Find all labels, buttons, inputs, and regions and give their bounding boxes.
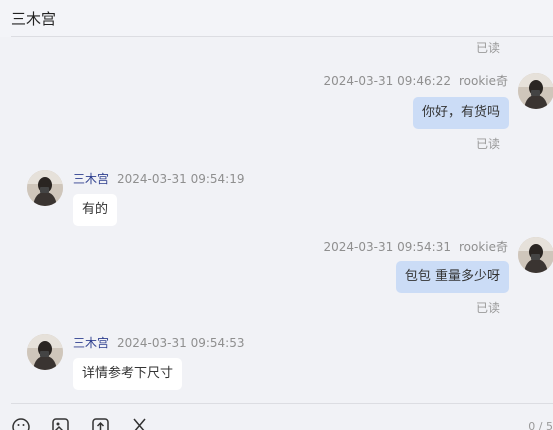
avatar-image (27, 334, 63, 370)
message-time: 2024-03-31 09:54:19 (117, 172, 245, 186)
avatar[interactable] (27, 334, 63, 370)
message-time: 2024-03-31 09:46:22 (323, 74, 451, 88)
message-meta: 三木宫 2024-03-31 09:54:53 (73, 334, 244, 351)
message-bubble[interactable]: 详情参考下尺寸 (73, 358, 183, 390)
message-meta: 2024-03-31 09:54:31 rookie奇 (324, 238, 508, 255)
message-bubble[interactable]: 你好，有货吗 (412, 97, 509, 129)
message-time: 2024-03-31 09:54:31 (323, 240, 451, 254)
message-meta: 2024-03-31 09:46:22 rookie奇 (324, 72, 508, 89)
scissors-icon[interactable] (130, 417, 150, 430)
chat-title: 三木宫 (11, 10, 57, 28)
sender-name: rookie奇 (458, 74, 508, 88)
chat-header: 三木宫 (0, 0, 553, 37)
message-bubble[interactable]: 包包 重量多少呀 (395, 261, 509, 293)
message-time: 2024-03-31 09:54:53 (117, 336, 245, 350)
avatar[interactable] (518, 237, 553, 273)
emoji-icon[interactable] (12, 417, 32, 430)
avatar-image (518, 237, 553, 273)
message-bubble[interactable]: 有的 (73, 194, 118, 226)
upload-icon[interactable] (91, 417, 111, 430)
avatar-image (27, 170, 63, 206)
header-divider (11, 36, 553, 37)
image-icon[interactable] (51, 417, 71, 430)
avatar[interactable] (518, 73, 553, 109)
avatar[interactable] (27, 170, 63, 206)
read-status: 已读 (476, 137, 501, 151)
char-counter: 0 / 5 (528, 420, 553, 430)
read-status: 已读 (476, 301, 501, 315)
sender-name: rookie奇 (458, 240, 508, 254)
avatar-image (518, 73, 553, 109)
sender-name: 三木宫 (73, 172, 110, 186)
read-status: 已读 (476, 41, 501, 55)
message-meta: 三木宫 2024-03-31 09:54:19 (73, 170, 244, 187)
input-toolbar: 0 / 5 (0, 403, 553, 430)
sender-name: 三木宫 (73, 336, 110, 350)
toolbar-divider (11, 403, 553, 404)
